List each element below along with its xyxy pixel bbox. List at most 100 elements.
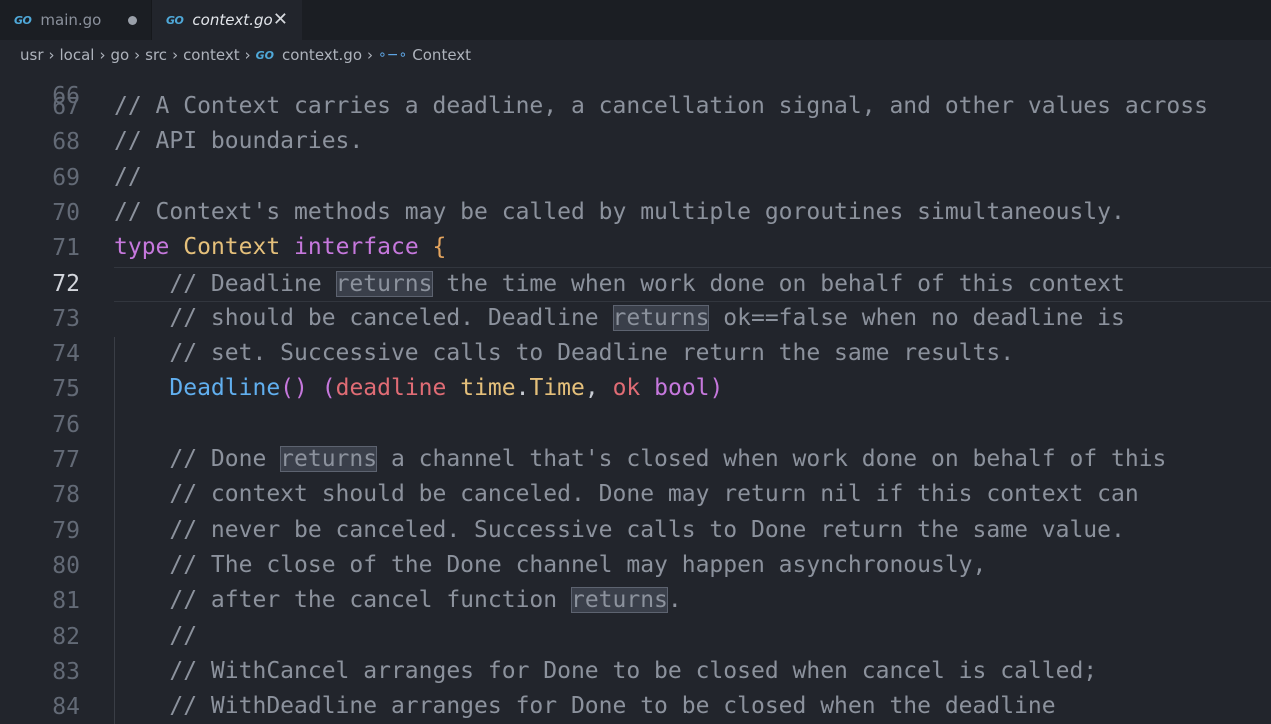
code-token: ( xyxy=(321,375,336,402)
code-token: // never be canceled. Successive calls t… xyxy=(114,516,1125,543)
code-line: 82 // xyxy=(0,620,1271,655)
line-number: 70 xyxy=(52,199,80,226)
code-text: // Deadline returns the time when work d… xyxy=(114,266,1271,302)
chevron-right-icon: › xyxy=(134,46,141,64)
code-line: 76 xyxy=(0,408,1271,443)
code-token: ) xyxy=(709,375,724,402)
breadcrumb-item[interactable]: src xyxy=(145,46,167,64)
search-match: returns xyxy=(570,587,668,614)
code-text: // API boundaries. xyxy=(114,125,1271,158)
code-token: . xyxy=(667,587,682,614)
code-token: , xyxy=(584,375,613,402)
code-line: 78 // context should be canceled. Done m… xyxy=(0,478,1271,513)
code-token: // WithDeadline arranges for Done to be … xyxy=(114,693,1056,720)
line-number: 73 xyxy=(52,305,80,332)
code-token: Context xyxy=(183,234,281,261)
tab-label: context.go xyxy=(192,11,273,29)
code-text: // Done returns a channel that's closed … xyxy=(114,443,1271,476)
code-text: type Context interface { xyxy=(114,231,1271,264)
code-token: bool xyxy=(654,375,710,402)
line-number: 84 xyxy=(52,694,80,721)
code-token: interface xyxy=(294,234,419,261)
code-text: // should be canceled. Deadline returns … xyxy=(114,302,1271,335)
code-token: // Deadline xyxy=(114,270,336,297)
code-text: // WithDeadline arranges for Done to be … xyxy=(114,690,1271,723)
code-token: // Done xyxy=(114,446,281,472)
chevron-right-icon: › xyxy=(99,46,106,64)
code-line: 71 type Context interface { xyxy=(0,231,1271,266)
code-line: 81 // after the cancel function returns. xyxy=(0,584,1271,619)
code-line: 83 // WithCancel arranges for Done to be… xyxy=(0,655,1271,690)
code-text: // WithCancel arranges for Done to be cl… xyxy=(114,655,1271,688)
breadcrumb-item[interactable]: usr xyxy=(20,46,44,64)
tab-context-go[interactable]: GO context.go ✕ xyxy=(152,0,302,40)
code-line: 84 // WithDeadline arranges for Done to … xyxy=(0,690,1271,724)
close-icon[interactable]: ✕ xyxy=(273,11,288,29)
code-token: // WithCancel arranges for Done to be cl… xyxy=(114,657,1098,684)
code-token: // context should be canceled. Done may … xyxy=(114,481,1139,508)
line-number: 74 xyxy=(52,341,80,368)
code-token: { xyxy=(432,234,447,261)
code-line: 68 // API boundaries. xyxy=(0,125,1271,160)
code-token: Time xyxy=(529,375,585,402)
breadcrumb-item[interactable]: go xyxy=(110,46,129,64)
code-text: // set. Successive calls to Deadline ret… xyxy=(114,337,1271,370)
code-line: 80 // The close of the Done channel may … xyxy=(0,549,1271,584)
code-editor[interactable]: 66 67 // A Context carries a deadline, a … xyxy=(0,70,1271,724)
line-number: 72 xyxy=(52,270,80,297)
code-token: ok==false when no deadline is xyxy=(709,304,1125,331)
code-token: // xyxy=(114,163,142,190)
chevron-right-icon: › xyxy=(244,46,251,64)
line-number: 78 xyxy=(52,482,80,509)
breadcrumb-symbol[interactable]: Context xyxy=(412,46,471,64)
tab-label: main.go xyxy=(40,11,102,29)
line-number: 71 xyxy=(52,235,80,262)
chevron-right-icon: › xyxy=(172,46,179,64)
code-text: // xyxy=(114,620,1271,653)
breadcrumb-file[interactable]: context.go xyxy=(282,46,362,64)
line-number: 67 xyxy=(52,94,80,120)
tab-main-go[interactable]: GO main.go xyxy=(0,0,152,40)
go-file-icon: GO xyxy=(255,48,274,62)
code-text: Deadline() (deadline time.Time, ok bool) xyxy=(114,372,1271,405)
code-text: // xyxy=(114,161,1271,194)
code-line: 77 // Done returns a channel that's clos… xyxy=(0,443,1271,478)
code-text: // context should be canceled. Done may … xyxy=(114,478,1271,511)
code-token: time xyxy=(460,375,516,402)
unsaved-dot-icon[interactable] xyxy=(128,15,137,25)
code-line: 69 // xyxy=(0,161,1271,196)
line-number: 83 xyxy=(52,658,80,685)
breadcrumb-item[interactable]: local xyxy=(60,46,95,64)
code-token: . xyxy=(515,375,530,402)
search-match: returns xyxy=(612,304,710,331)
breadcrumb-item[interactable]: context xyxy=(183,46,240,64)
line-number: 75 xyxy=(52,376,80,403)
line-number: 77 xyxy=(52,447,80,473)
code-token: the time when work done on behalf of thi… xyxy=(432,270,1125,297)
search-match: returns xyxy=(280,446,378,472)
code-line: 72 // Deadline returns the time when wor… xyxy=(0,266,1271,302)
code-token: // xyxy=(114,622,198,649)
code-text: // The close of the Done channel may hap… xyxy=(114,549,1271,582)
code-line: 67 // A Context carries a deadline, a can… xyxy=(0,90,1271,125)
search-match: returns xyxy=(335,270,433,297)
go-file-icon: GO xyxy=(14,13,32,27)
line-number: 68 xyxy=(52,129,80,156)
tab-bar: GO main.go GO context.go ✕ xyxy=(0,0,1271,40)
line-number: 69 xyxy=(52,164,80,191)
code-token: // The close of the Done channel may hap… xyxy=(114,551,987,578)
code-token: Deadline xyxy=(169,375,281,402)
code-line: 74 // set. Successive calls to Deadline … xyxy=(0,337,1271,372)
code-text: // Context's methods may be called by mu… xyxy=(114,196,1271,229)
code-line: 75 Deadline() (deadline time.Time, ok bo… xyxy=(0,372,1271,407)
code-token: // Context's methods may be called by mu… xyxy=(114,198,1125,225)
line-number: 81 xyxy=(52,588,80,615)
